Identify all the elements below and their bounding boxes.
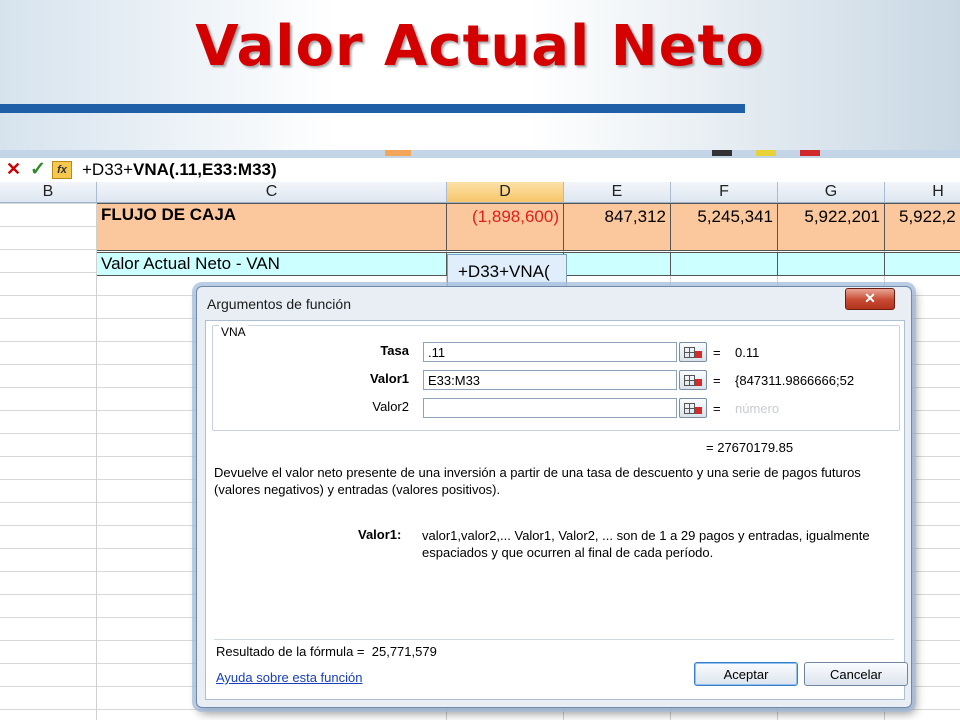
red-square-icon (695, 351, 702, 358)
cell-van-e[interactable] (564, 253, 671, 275)
column-header-f[interactable]: F (671, 182, 778, 202)
help-link[interactable]: Ayuda sobre esta función (216, 670, 362, 685)
equals-sign: = (713, 345, 721, 360)
slide-title: Valor Actual Neto (195, 14, 765, 79)
cell-value: 5,245,341 (697, 207, 773, 226)
close-icon[interactable]: ✕ (845, 288, 895, 310)
tasa-input[interactable]: .11 (423, 342, 677, 362)
dialog-body: VNA Tasa .11 = 0.11 Valor1 E33:M33 = {84… (205, 320, 908, 700)
cell-van-label[interactable]: Valor Actual Neto - VAN (97, 253, 447, 275)
cell-van-g[interactable] (778, 253, 885, 275)
column-label: E (611, 183, 623, 200)
cell-empty[interactable] (447, 228, 564, 250)
grid-icon (684, 403, 695, 414)
equals-sign: = (706, 440, 714, 455)
cell-value: (1,898,600) (472, 207, 559, 226)
formula-result: Resultado de la fórmula = 25,771,579 (216, 644, 437, 659)
formula-bar: ✕ ✓ fx +D33+VNA(.11,E33:M33) (0, 158, 960, 183)
argument-help-text: valor1,valor2,... Valor1, Valor2, ... so… (422, 528, 870, 560)
column-header-b[interactable]: B (0, 182, 97, 202)
active-cell-text: +D33+VNA( (458, 262, 550, 281)
ribbon-chip (712, 150, 732, 156)
function-description: Devuelve el valor neto presente de una i… (214, 465, 861, 497)
ok-button[interactable]: Aceptar (694, 662, 798, 686)
formula-function: VNA(.11,E33:M33) (133, 160, 277, 179)
cell-flujo-g[interactable]: 5,922,201 (778, 204, 885, 228)
cell-empty[interactable] (97, 228, 447, 250)
ribbon-chip (756, 150, 776, 156)
enter-entry-icon[interactable]: ✓ (30, 158, 46, 181)
cancel-entry-icon[interactable]: ✕ (6, 159, 21, 180)
cell-empty[interactable] (564, 228, 671, 250)
column-header-c[interactable]: C (97, 182, 447, 202)
valor1-input[interactable]: E33:M33 (423, 370, 677, 390)
cell-flujo-label[interactable]: FLUJO DE CAJA (97, 204, 447, 228)
dialog-title: Argumentos de función (207, 296, 351, 312)
arg-label-valor2: Valor2 (372, 399, 409, 414)
red-square-icon (695, 407, 702, 414)
red-square-icon (695, 379, 702, 386)
column-label: G (824, 183, 838, 200)
cell-empty[interactable] (778, 228, 885, 250)
active-cell-editor[interactable]: +D33+VNA( (447, 254, 567, 290)
arguments-group: VNA Tasa .11 = 0.11 Valor1 E33:M33 = {84… (212, 325, 900, 431)
equals-sign: = (713, 401, 721, 416)
collapse-dialog-icon[interactable] (679, 398, 707, 418)
column-header-g[interactable]: G (778, 182, 885, 202)
equals-sign: = (713, 373, 721, 388)
cell-text: FLUJO DE CAJA (101, 205, 237, 224)
ribbon-chip (800, 150, 820, 156)
column-label: F (719, 183, 729, 200)
valor1-result: {847311.9866666;52 (735, 373, 855, 388)
column-header-h[interactable]: H (885, 182, 960, 202)
cell-flujo-f[interactable]: 5,245,341 (671, 204, 778, 228)
row-flujo-de-caja: FLUJO DE CAJA (1,898,600) 847,312 5,245,… (97, 203, 960, 229)
result-label: Resultado de la fórmula = (216, 644, 365, 659)
cell-flujo-e[interactable]: 847,312 (564, 204, 671, 228)
column-label: B (42, 183, 54, 200)
column-label: D (499, 183, 511, 200)
column-label: H (932, 183, 944, 200)
column-label: C (265, 183, 278, 200)
cell-value: 847,312 (604, 207, 666, 226)
row-empty-orange (97, 228, 960, 251)
column-header-e[interactable]: E (564, 182, 671, 202)
cell-empty[interactable] (671, 228, 778, 250)
arg-label-tasa: Tasa (380, 343, 409, 358)
cell-value: 5,922,201 (804, 207, 880, 226)
function-name: VNA (219, 325, 248, 339)
arg-label-valor1: Valor1 (369, 371, 409, 386)
tasa-result: 0.11 (735, 345, 760, 360)
total-value: 27670179.85 (717, 440, 794, 455)
result-value: 25,771,579 (371, 644, 437, 659)
cell-value: 5,922,2 (899, 207, 956, 226)
formula-prefix: +D33+ (82, 160, 134, 179)
cell-text: Valor Actual Neto - VAN (101, 254, 280, 273)
valor2-input[interactable] (423, 398, 677, 418)
column-header-d[interactable]: D (447, 182, 564, 202)
function-arguments-dialog: Argumentos de función ✕ VNA Tasa .11 = 0… (196, 286, 912, 708)
grid-line (96, 203, 97, 720)
cancel-button[interactable]: Cancelar (804, 662, 908, 686)
collapse-dialog-icon[interactable] (679, 342, 707, 362)
insert-function-icon[interactable]: fx (52, 161, 72, 179)
valor2-result: número (735, 401, 780, 416)
function-total: = 27670179.85 (706, 440, 793, 455)
ribbon-chip (385, 150, 411, 156)
cell-flujo-d[interactable]: (1,898,600) (447, 204, 564, 228)
title-underline (0, 104, 745, 113)
grid-icon (684, 375, 695, 386)
cell-van-f[interactable] (671, 253, 778, 275)
divider (214, 639, 894, 640)
column-headers: B C D E F G H (0, 182, 960, 203)
cell-flujo-h[interactable]: 5,922,2 (885, 204, 960, 228)
argument-help-label: Valor1: (358, 527, 402, 542)
collapse-dialog-icon[interactable] (679, 370, 707, 390)
formula-input[interactable]: +D33+VNA(.11,E33:M33) (82, 160, 277, 180)
grid-icon (684, 347, 695, 358)
